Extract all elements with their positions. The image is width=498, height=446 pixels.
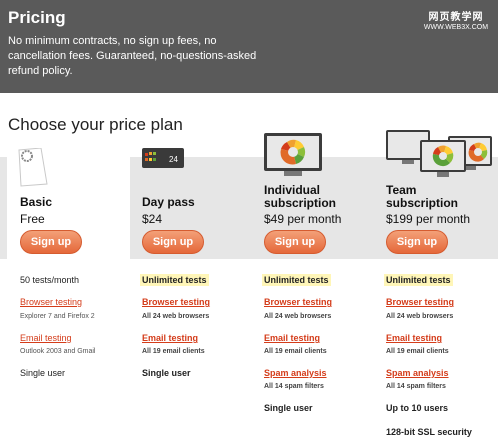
browser-testing-link[interactable]: Browser testing <box>142 297 210 307</box>
plan-users: Single user <box>20 368 66 378</box>
email-detail: Outlook 2003 and Gmail <box>20 348 96 355</box>
plan-tests: Unlimited tests <box>140 274 209 286</box>
page-title: Pricing <box>8 8 66 27</box>
signup-button-team[interactable]: Sign up <box>386 230 448 254</box>
watermark-url: WWW.WEB3X.COM <box>423 24 489 31</box>
spam-analysis-link[interactable]: Spam analysis <box>386 368 449 378</box>
browser-testing-link[interactable]: Browser testing <box>264 297 332 307</box>
spam-detail: All 14 spam filters <box>386 383 446 390</box>
plan-name-line2: subscription <box>386 196 459 210</box>
day-pass-card-icon: 24 <box>142 148 184 168</box>
spam-analysis-link[interactable]: Spam analysis <box>264 368 327 378</box>
plan-name-line2: subscription <box>264 196 337 210</box>
browser-detail: Explorer 7 and Firefox 2 <box>20 313 95 320</box>
plan-price: $199 per month <box>386 212 471 226</box>
plan-name: Day pass <box>142 195 195 209</box>
browser-testing-link[interactable]: Browser testing <box>386 297 454 307</box>
browser-testing-link[interactable]: Browser testing <box>20 297 82 307</box>
multiple-monitors-icon <box>386 130 492 177</box>
email-testing-link[interactable]: Email testing <box>264 333 320 343</box>
plan-tests: Unlimited tests <box>262 274 331 286</box>
watermark-text: 网页教学网 <box>428 12 484 23</box>
plan-name: Basic <box>20 195 53 209</box>
plan-price: $49 per month <box>264 212 342 226</box>
monitor-icon <box>264 133 322 176</box>
browser-detail: All 24 web browsers <box>142 313 210 320</box>
plan-tests: 50 tests/month <box>20 275 80 285</box>
email-detail: All 19 email clients <box>264 348 327 355</box>
pricing-header: Pricing No minimum contracts, no sign up… <box>0 0 498 93</box>
plan-price: Free <box>20 212 45 226</box>
plan-tests: Unlimited tests <box>384 274 453 286</box>
pricing-description: No minimum contracts, no sign up fees, n… <box>8 35 257 77</box>
signup-button-basic[interactable]: Sign up <box>20 230 82 254</box>
email-detail: All 19 email clients <box>386 348 449 355</box>
ssl-security: 128-bit SSL security <box>386 427 472 437</box>
email-testing-link[interactable]: Email testing <box>386 333 442 343</box>
email-detail: All 19 email clients <box>142 348 205 355</box>
site-watermark: 网页教学网 WWW.WEB3X.COM <box>420 8 492 31</box>
plan-users: Up to 10 users <box>386 403 449 413</box>
email-testing-link[interactable]: Email testing <box>142 333 198 343</box>
browser-detail: All 24 web browsers <box>386 313 454 320</box>
browser-detail: All 24 web browsers <box>264 313 332 320</box>
plan-users: Single user <box>264 403 313 413</box>
plan-price: $24 <box>142 212 163 226</box>
paper-report-icon <box>18 148 48 187</box>
email-testing-link[interactable]: Email testing <box>20 333 72 343</box>
price-plan-heading: Choose your price plan <box>8 115 183 134</box>
day-pass-number: 24 <box>169 155 178 164</box>
signup-button-individual[interactable]: Sign up <box>264 230 326 254</box>
spam-detail: All 14 spam filters <box>264 383 324 390</box>
plan-users: Single user <box>142 368 191 378</box>
signup-button-day-pass[interactable]: Sign up <box>142 230 204 254</box>
